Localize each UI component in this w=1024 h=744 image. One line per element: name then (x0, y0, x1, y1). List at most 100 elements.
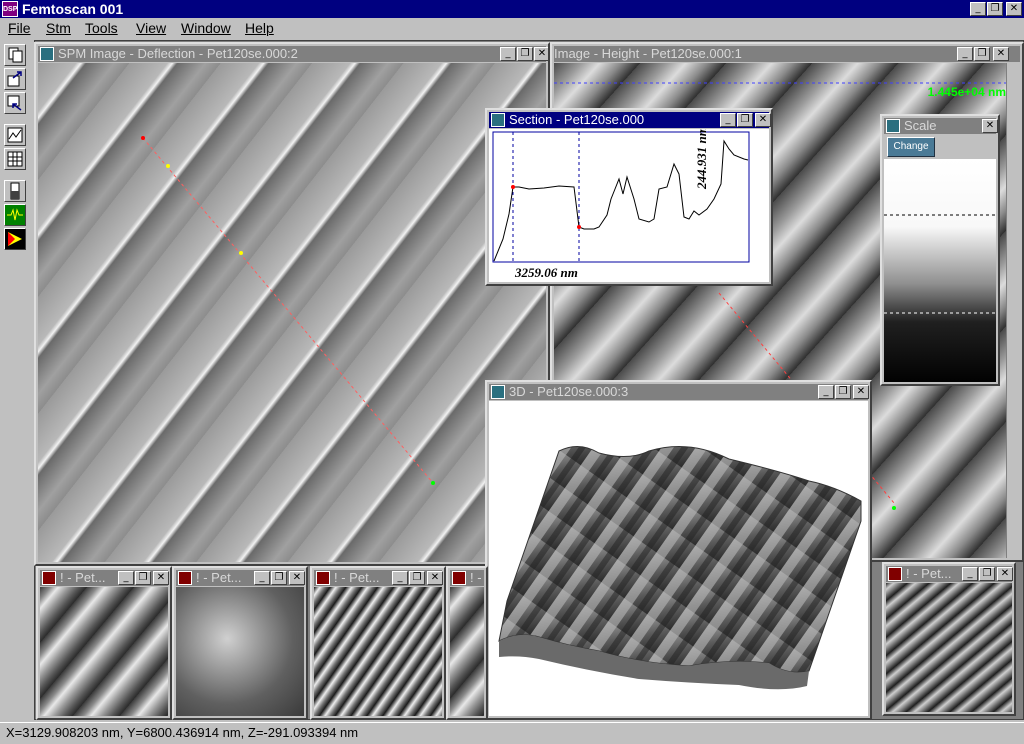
window-icon (888, 567, 902, 581)
thumb-2-maximize-button[interactable]: ❐ (271, 571, 287, 585)
scale-body: Change (884, 135, 996, 382)
menu-view[interactable]: View (136, 19, 166, 37)
section-minimize-button[interactable]: _ (720, 113, 736, 127)
thumb-1-image[interactable] (40, 587, 168, 716)
deflection-window[interactable]: SPM Image - Deflection - Pet120se.000:2 … (34, 42, 550, 566)
thumb-4-image[interactable] (450, 587, 484, 716)
deflection-minimize-button[interactable]: _ (500, 47, 516, 61)
thumb-2-minimize-button[interactable]: _ (254, 571, 270, 585)
height-readout: 1.445e+04 nm (927, 85, 1006, 99)
thumb-5-titlebar[interactable]: ! - Pet... _ ❐ ✕ (886, 566, 1013, 582)
view3d-minimize-button[interactable]: _ (818, 385, 834, 399)
import-icon[interactable] (4, 92, 26, 114)
thumb-5-maximize-button[interactable]: ❐ (979, 567, 995, 581)
thumb-2-title: ! - Pet... (196, 570, 242, 585)
deflection-close-button[interactable]: ✕ (534, 47, 548, 61)
thumb-3-image[interactable] (314, 587, 442, 716)
tool-bar (0, 40, 32, 720)
thumb-2-titlebar[interactable]: ! - Pet... _ ❐ ✕ (176, 570, 305, 586)
thumb-3-maximize-button[interactable]: ❐ (409, 571, 425, 585)
section-y-readout: 244.931 nm (694, 129, 709, 189)
export-icon[interactable] (4, 68, 26, 90)
height-minimize-button[interactable]: _ (957, 47, 973, 61)
menu-help[interactable]: Help (245, 19, 274, 37)
status-bar: X=3129.908203 nm, Y=6800.436914 nm, Z=-2… (0, 722, 1024, 744)
thumb-3-title: ! - Pet... (334, 570, 380, 585)
window-icon (491, 113, 505, 127)
section-maximize-button[interactable]: ❐ (737, 113, 753, 127)
thumb-3-close-button[interactable]: ✕ (427, 571, 443, 585)
profile-icon[interactable] (4, 124, 26, 146)
thumb-window-3[interactable]: ! - Pet... _ ❐ ✕ (310, 566, 446, 720)
window-icon (452, 571, 466, 585)
menu-stm[interactable]: Stm (46, 19, 71, 37)
app-titlebar: DSP Femtoscan 001 _ ❐ ✕ (0, 0, 1024, 18)
thumb-4-titlebar[interactable]: ! - Pet... (450, 570, 486, 586)
height-close-button[interactable]: ✕ (993, 47, 1009, 61)
thumb-1-close-button[interactable]: ✕ (153, 571, 169, 585)
thumb-4-title: ! - Pet... (470, 570, 486, 585)
section-window-title: Section - Pet120se.000 (509, 112, 645, 127)
arrow-icon[interactable] (4, 228, 26, 250)
thumb-1-minimize-button[interactable]: _ (118, 571, 134, 585)
height-scrollbar[interactable] (1006, 63, 1020, 558)
thumb-5-minimize-button[interactable]: _ (962, 567, 978, 581)
deflection-maximize-button[interactable]: ❐ (517, 47, 533, 61)
cursor-coordinates: X=3129.908203 nm, Y=6800.436914 nm, Z=-2… (6, 725, 359, 740)
copy-icon[interactable] (4, 44, 26, 66)
view3d-close-button[interactable]: ✕ (853, 385, 869, 399)
view3d-window[interactable]: 3D - Pet120se.000:3 _ ❐ ✕ (485, 380, 872, 720)
thumb-1-title: ! - Pet... (60, 570, 106, 585)
thumb-window-4[interactable]: ! - Pet... (446, 566, 488, 720)
section-x-readout: 3259.06 nm (515, 265, 578, 280)
app-restore-button[interactable]: ❐ (987, 2, 1003, 16)
window-icon (178, 571, 192, 585)
section-body: 3259.06 nm 244.931 nm (489, 129, 769, 282)
bar-icon[interactable] (4, 180, 26, 202)
app-close-button[interactable]: ✕ (1006, 2, 1022, 16)
thumb-window-5[interactable]: ! - Pet... _ ❐ ✕ (882, 562, 1016, 716)
window-icon (316, 571, 330, 585)
window-icon (886, 119, 900, 133)
thumb-window-2[interactable]: ! - Pet... _ ❐ ✕ (172, 566, 308, 720)
thumb-2-close-button[interactable]: ✕ (289, 571, 305, 585)
scale-close-button[interactable]: ✕ (982, 119, 998, 133)
scale-window-titlebar[interactable]: Scale ✕ (884, 118, 998, 134)
view3d-maximize-button[interactable]: ❐ (835, 385, 851, 399)
app-logo-icon[interactable]: DSP (2, 1, 18, 17)
thumb-3-minimize-button[interactable]: _ (392, 571, 408, 585)
menu-tools[interactable]: Tools (85, 19, 118, 37)
deflection-window-title: SPM Image - Deflection - Pet120se.000:2 (58, 46, 298, 61)
section-close-button[interactable]: ✕ (755, 113, 771, 127)
app-title: Femtoscan 001 (22, 1, 124, 17)
section-window-titlebar[interactable]: Section - Pet120se.000 _ ❐ ✕ (489, 112, 771, 128)
app-minimize-button[interactable]: _ (970, 2, 986, 16)
window-icon (42, 571, 56, 585)
thumb-1-maximize-button[interactable]: ❐ (135, 571, 151, 585)
thumb-1-titlebar[interactable]: ! - Pet... _ ❐ ✕ (40, 570, 169, 586)
thumb-2-image[interactable] (176, 587, 304, 716)
view3d-window-title: 3D - Pet120se.000:3 (509, 384, 629, 399)
deflection-window-titlebar[interactable]: SPM Image - Deflection - Pet120se.000:2 … (38, 46, 548, 62)
scale-window-title: Scale (904, 118, 937, 133)
section-profile-plot[interactable] (489, 129, 769, 282)
height-window-title: Image - Height - Pet120se.000:1 (554, 46, 742, 61)
deflection-image[interactable] (38, 63, 546, 562)
section-window[interactable]: Section - Pet120se.000 _ ❐ ✕ 3259.06 nm … (485, 108, 773, 286)
scale-window[interactable]: Scale ✕ Change (880, 114, 1000, 386)
thumb-5-image[interactable] (886, 583, 1012, 712)
view3d-window-titlebar[interactable]: 3D - Pet120se.000:3 _ ❐ ✕ (489, 384, 869, 400)
view3d-body (489, 401, 868, 716)
window-icon (40, 47, 54, 61)
thumb-window-1[interactable]: ! - Pet... _ ❐ ✕ (36, 566, 172, 720)
view3d-surface[interactable] (489, 401, 868, 716)
height-maximize-button[interactable]: ❐ (974, 47, 990, 61)
menu-window[interactable]: Window (181, 19, 231, 37)
height-window-titlebar[interactable]: Image - Height - Pet120se.000:1 _ ❐ ✕ (554, 46, 1020, 62)
thumb-5-close-button[interactable]: ✕ (997, 567, 1013, 581)
menu-bar: File Stm Tools View Window Help (0, 18, 1024, 38)
menu-file[interactable]: File (8, 19, 31, 37)
wave-icon[interactable] (4, 204, 26, 226)
grid-icon[interactable] (4, 148, 26, 170)
thumb-3-titlebar[interactable]: ! - Pet... _ ❐ ✕ (314, 570, 443, 586)
